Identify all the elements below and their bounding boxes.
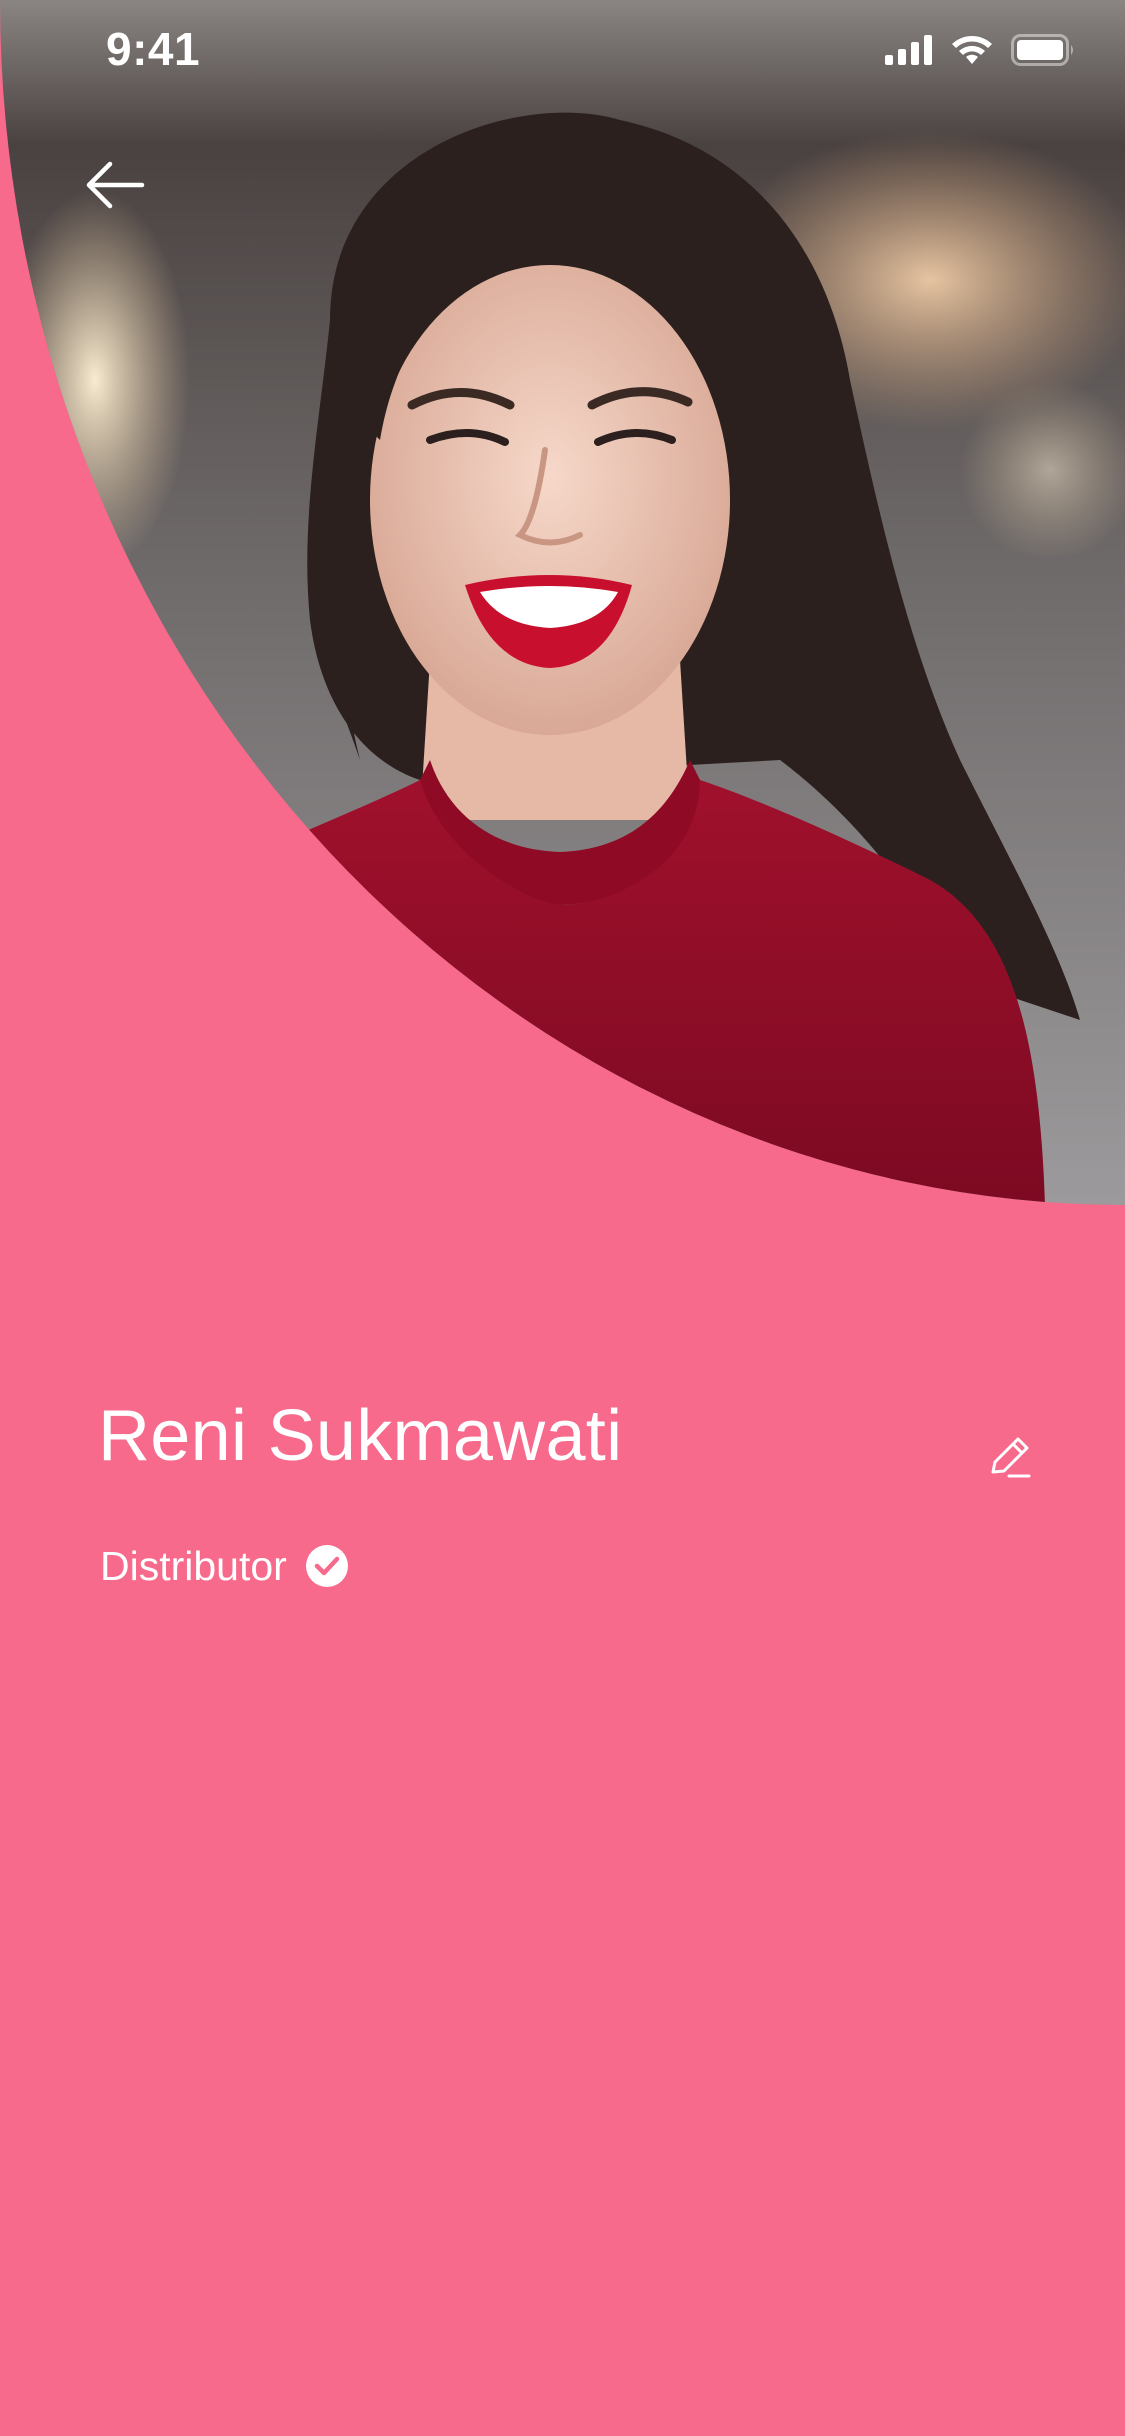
profile-photo	[0, 0, 1125, 1205]
pencil-icon	[991, 1437, 1031, 1478]
status-icons	[885, 30, 1075, 70]
battery-icon	[1011, 34, 1073, 66]
profile-screen: 9:41 Reni Sukmawati Distributor	[0, 0, 1125, 2436]
edit-profile-button[interactable]	[985, 1432, 1035, 1482]
status-time: 9:41	[106, 23, 201, 75]
back-button[interactable]	[80, 150, 150, 220]
profile-photo-image	[0, 0, 1125, 1205]
wifi-icon	[952, 36, 992, 64]
status-bar: 9:41	[0, 0, 1125, 132]
role-label: Distributor	[100, 1542, 287, 1589]
arrow-left-icon	[86, 161, 145, 209]
role-row: Distributor	[100, 1544, 349, 1588]
profile-name: Reni Sukmawati	[98, 1396, 623, 1476]
cellular-signal-icon	[885, 35, 932, 65]
check-circle-icon	[305, 1545, 348, 1587]
